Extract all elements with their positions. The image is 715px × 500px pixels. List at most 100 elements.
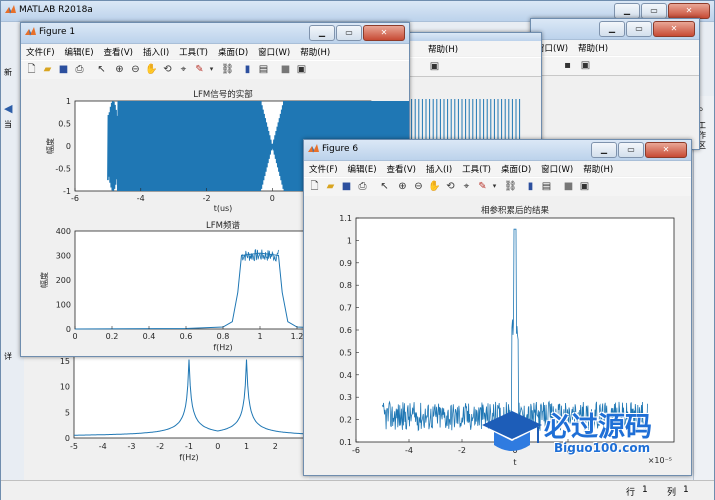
print-icon[interactable]: ⎙: [73, 63, 86, 76]
integration-ytick-label: 1.1: [339, 214, 352, 223]
main-maximize-button[interactable]: ▭: [641, 3, 667, 19]
pan-icon[interactable]: ✋: [145, 63, 158, 76]
colorbar-toggle-icon[interactable]: ▮: [241, 63, 254, 76]
colorbar-icon[interactable]: ▪: [561, 59, 574, 72]
figure1-close-button[interactable]: ✕: [363, 25, 405, 41]
watermark-site: Biguo100.com: [554, 441, 651, 455]
save-icon[interactable]: ■: [57, 63, 70, 76]
fig6-menu-desktop[interactable]: 桌面(D): [496, 161, 536, 176]
matlab-logo-icon: [5, 5, 16, 14]
fig1-menu-help[interactable]: 帮助(H): [295, 44, 335, 59]
figure1-minimize-button[interactable]: ▁: [309, 25, 335, 41]
integration-ytick-label: 0.5: [339, 348, 352, 357]
fig1-menu-edit[interactable]: 编辑(E): [60, 44, 99, 59]
main-left-snippet-2: 当: [4, 120, 12, 129]
integration-xtick-label: -6: [352, 446, 360, 455]
legend-icon[interactable]: ▣: [579, 59, 592, 72]
lfm-real-ytick-label: 1: [66, 97, 71, 106]
fig1-menu-file[interactable]: 文件(F): [21, 44, 60, 59]
lfm-spectrum-ylabel: 幅度: [39, 272, 49, 288]
fig6-menu-help[interactable]: 帮助(H): [578, 161, 618, 176]
fig6-hide-tools-icon[interactable]: ■: [562, 180, 575, 193]
lfm-real-ytick-label: -1: [63, 187, 71, 196]
fig6-menu-insert[interactable]: 插入(I): [421, 161, 457, 176]
figure6-title: Figure 6: [322, 144, 359, 154]
back-fig2-toolbar: ▣: [406, 57, 541, 77]
graduation-cap-icon: [482, 411, 542, 451]
back-figure-window-1: ▁ ▭ ✕ 窗口(W) 帮助(H) ▪ ▣: [530, 18, 700, 150]
figure6-maximize-button[interactable]: ▭: [618, 142, 644, 158]
lfm-spectrum-xtick-label: 0: [72, 332, 77, 341]
fig1-menu-desktop[interactable]: 桌面(D): [213, 44, 253, 59]
back-fig1-close[interactable]: ✕: [653, 21, 695, 37]
data-cursor-icon[interactable]: ⌖: [177, 63, 190, 76]
fig1-menu-view[interactable]: 查看(V): [99, 44, 138, 59]
status-col-value: 1: [683, 485, 689, 495]
link-plot-icon[interactable]: ⛓: [221, 63, 234, 76]
lfm-real-xtick-label: -2: [203, 194, 211, 203]
figure6-title-bar: Figure 6 ▁ ▭ ✕: [304, 140, 691, 161]
fig6-colorbar-icon[interactable]: ▮: [524, 180, 537, 193]
bg-ytick-label: 0: [65, 434, 70, 443]
fig6-data-cursor-icon[interactable]: ⌖: [460, 180, 473, 193]
main-minimize-button[interactable]: ▁: [614, 3, 640, 19]
figure6-minimize-button[interactable]: ▁: [591, 142, 617, 158]
integration-ytick-label: 0.8: [339, 281, 352, 290]
lfm-spectrum-title: LFM频谱: [206, 220, 240, 231]
lfm-spectrum-ytick-label: 300: [56, 252, 71, 261]
bg-xtick-label: -3: [128, 442, 136, 451]
figure1-maximize-button[interactable]: ▭: [336, 25, 362, 41]
back-fig1-menu-help[interactable]: 帮助(H): [573, 40, 613, 55]
fig6-dock-icon[interactable]: ▣: [578, 180, 591, 193]
back-fig1-maximize[interactable]: ▭: [626, 21, 652, 37]
fig6-legend-icon[interactable]: ▤: [540, 180, 553, 193]
fig6-new-figure-icon[interactable]: 🗋: [308, 180, 321, 193]
fig6-brush-dropdown-icon[interactable]: ▾: [488, 180, 501, 193]
fig6-menu-file[interactable]: 文件(F): [304, 161, 343, 176]
fig1-menu-tools[interactable]: 工具(T): [174, 44, 213, 59]
main-nav-arrow-icon[interactable]: ◀: [4, 102, 12, 115]
pointer-icon[interactable]: ↖: [95, 63, 108, 76]
background-plot-panel: -5 -4 -3 -2 -1 0 1 2 15 10 5 0 f(Hz): [24, 354, 309, 480]
zoom-out-icon[interactable]: ⊖: [129, 63, 142, 76]
figure6-close-button[interactable]: ✕: [645, 142, 687, 158]
fig6-open-file-icon[interactable]: ▰: [324, 180, 337, 193]
rotate-icon[interactable]: ⟲: [161, 63, 174, 76]
fig6-rotate-icon[interactable]: ⟲: [444, 180, 457, 193]
integration-ytick-label: 0.9: [339, 259, 352, 268]
legend-toggle-icon[interactable]: ▤: [257, 63, 270, 76]
fig6-save-icon[interactable]: ■: [340, 180, 353, 193]
brush-dropdown-icon[interactable]: ▾: [205, 63, 218, 76]
fig6-zoom-in-icon[interactable]: ⊕: [396, 180, 409, 193]
fig6-link-plot-icon[interactable]: ⛓: [504, 180, 517, 193]
watermark: 必过源码 Biguo100.com: [480, 405, 680, 465]
new-figure-icon[interactable]: 🗋: [25, 63, 38, 76]
watermark-brand: 必过源码: [544, 412, 652, 443]
fig1-menu-window[interactable]: 窗口(W): [253, 44, 295, 59]
figure6-menubar: 文件(F) 编辑(E) 查看(V) 插入(I) 工具(T) 桌面(D) 窗口(W…: [304, 161, 691, 176]
main-close-button[interactable]: ✕: [668, 3, 710, 19]
lfm-real-xtick-label: -4: [137, 194, 145, 203]
fig6-print-icon[interactable]: ⎙: [356, 180, 369, 193]
zoom-in-icon[interactable]: ⊕: [113, 63, 126, 76]
integration-ytick-label: 1: [347, 236, 352, 245]
fig6-menu-window[interactable]: 窗口(W): [536, 161, 578, 176]
integration-ytick-label: 0.6: [339, 326, 352, 335]
bg-ytick-label: 10: [60, 383, 70, 392]
open-file-icon[interactable]: ▰: [41, 63, 54, 76]
back-fig1-minimize[interactable]: ▁: [599, 21, 625, 37]
back-fig2-legend-icon[interactable]: ▣: [428, 60, 441, 73]
fig6-menu-edit[interactable]: 编辑(E): [343, 161, 382, 176]
dock-icon[interactable]: ▣: [295, 63, 308, 76]
hide-tools-icon[interactable]: ■: [279, 63, 292, 76]
lfm-spectrum-xtick-label: 0.4: [143, 332, 156, 341]
back-fig2-menu-help[interactable]: 帮助(H): [406, 41, 463, 56]
fig6-menu-tools[interactable]: 工具(T): [457, 161, 496, 176]
fig6-menu-view[interactable]: 查看(V): [382, 161, 421, 176]
fig6-zoom-out-icon[interactable]: ⊖: [412, 180, 425, 193]
fig6-pointer-icon[interactable]: ↖: [378, 180, 391, 193]
fig1-menu-insert[interactable]: 插入(I): [138, 44, 174, 59]
back-fig2-menu: 帮助(H): [406, 41, 541, 56]
bg-xtick-label: 1: [244, 442, 249, 451]
fig6-pan-icon[interactable]: ✋: [428, 180, 441, 193]
